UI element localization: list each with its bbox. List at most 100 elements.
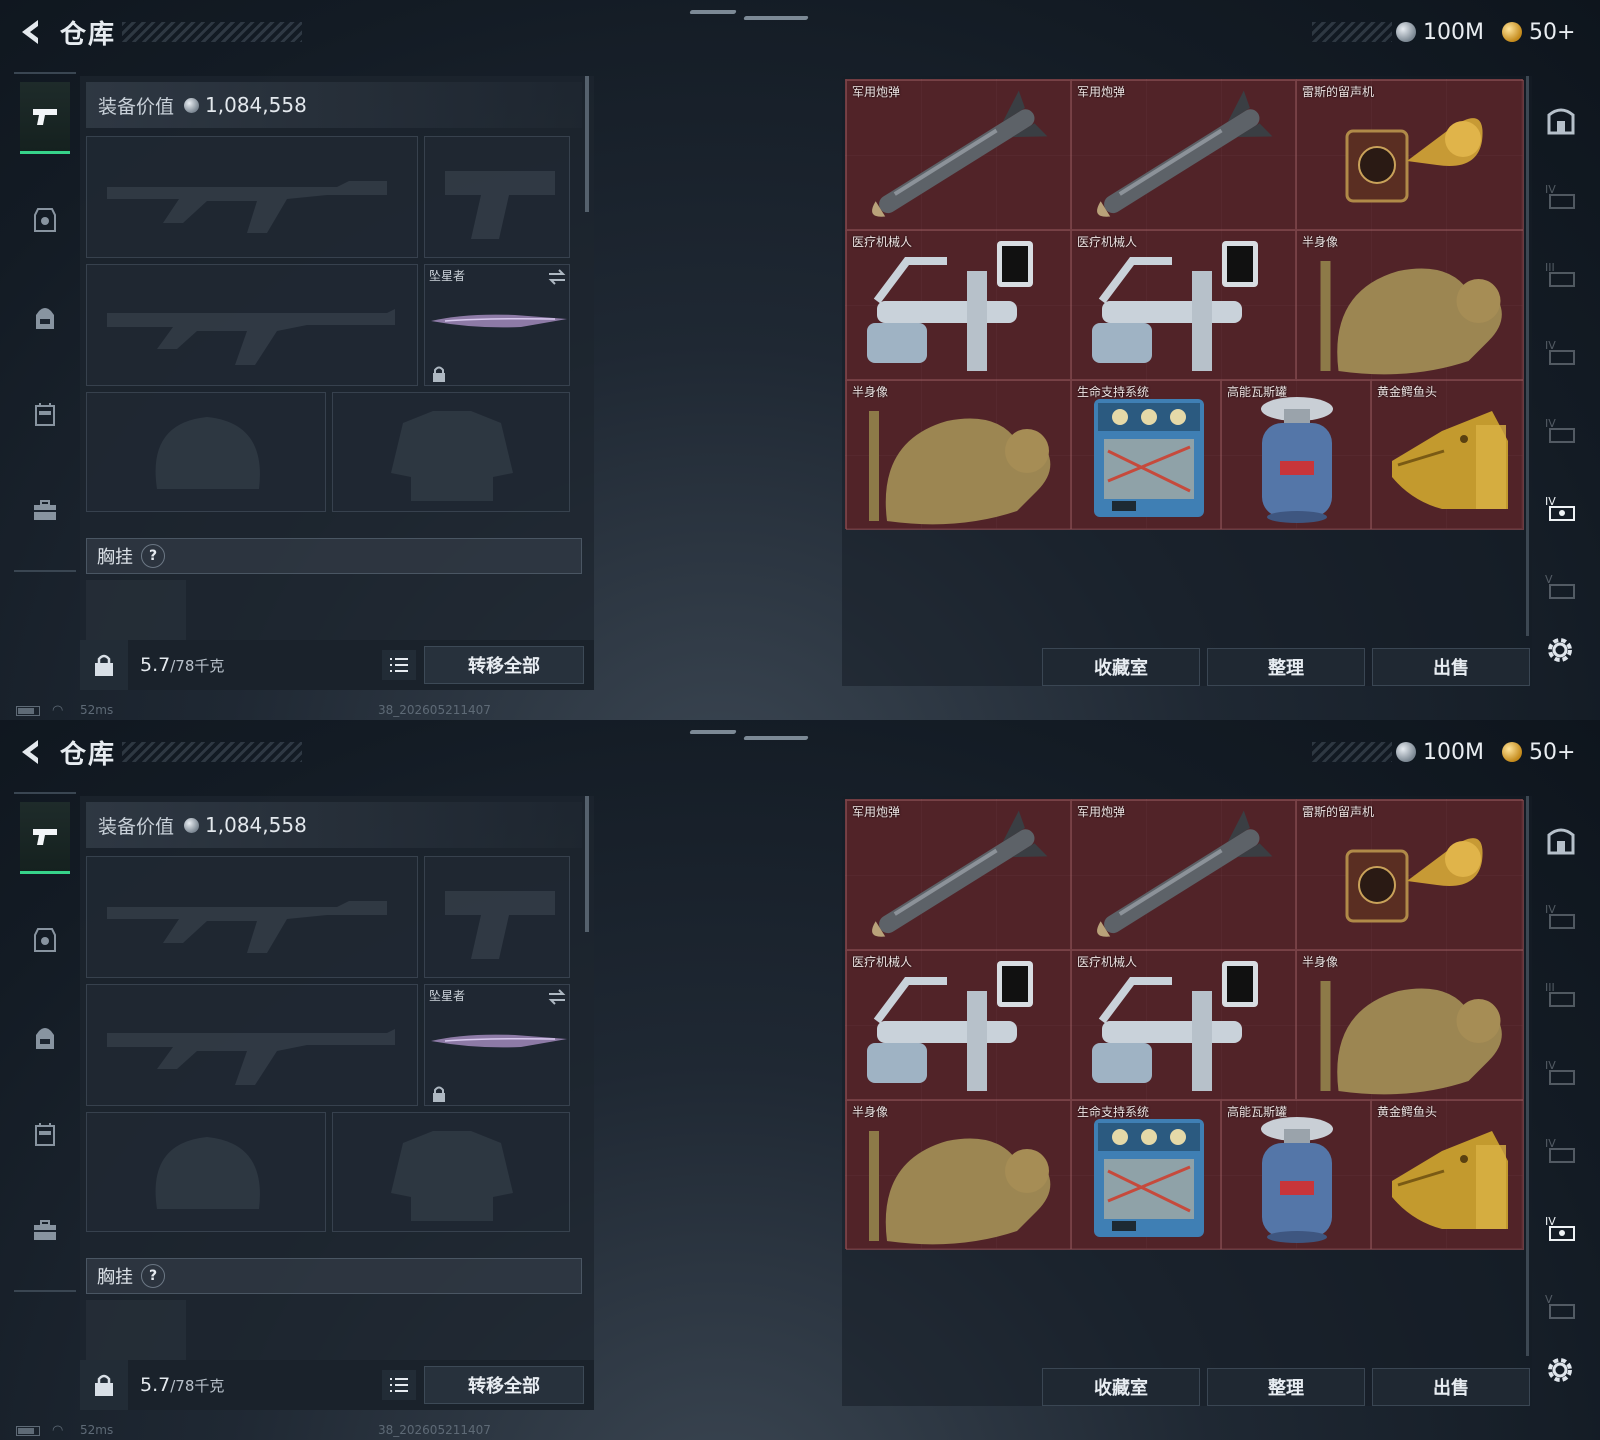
melee-item-name: 坠星者 bbox=[429, 989, 466, 1003]
storage-item[interactable]: 半身像 bbox=[846, 380, 1071, 530]
warehouse-screen: 仓库 100M 50+ 装备价值 1,084,558 坠星者 胸挂 ? 5.7/… bbox=[0, 720, 1600, 1440]
pistol-icon bbox=[33, 108, 57, 125]
tab-storage-iv-c[interactable]: IV bbox=[1538, 400, 1584, 460]
sell-button[interactable]: 出售 bbox=[1372, 648, 1530, 686]
storage-item[interactable]: 高能瓦斯罐 bbox=[1221, 380, 1371, 530]
storage-item[interactable]: 医疗机械人 bbox=[846, 230, 1071, 380]
storage-item[interactable]: 医疗机械人 bbox=[846, 950, 1071, 1100]
transfer-all-button[interactable]: 转移全部 bbox=[424, 646, 584, 684]
storage-scrollbar[interactable] bbox=[1526, 796, 1529, 1356]
storage-item-name: 医疗机械人 bbox=[852, 235, 913, 249]
helmet-slot[interactable] bbox=[86, 392, 326, 512]
secondary-weapon-slot[interactable] bbox=[86, 264, 418, 386]
tab-storage-iii[interactable]: III bbox=[1538, 244, 1584, 304]
tab-storage-iv-active[interactable]: IV bbox=[1538, 1198, 1584, 1258]
help-icon[interactable]: ? bbox=[141, 1264, 165, 1288]
storage-item-name: 军用炮弹 bbox=[1077, 805, 1126, 819]
nav-backpack[interactable] bbox=[20, 1002, 70, 1074]
rifle-silhouette-icon bbox=[107, 181, 387, 233]
storage-item[interactable]: 军用炮弹 bbox=[846, 800, 1071, 950]
silver-currency: 100M bbox=[1396, 18, 1484, 46]
storage-item[interactable]: 生命支持系统 bbox=[1071, 380, 1221, 530]
life-support-system-icon bbox=[1094, 399, 1204, 517]
storage-item[interactable]: 黄金鳄鱼头 bbox=[1371, 1100, 1524, 1250]
storage-item[interactable]: 半身像 bbox=[1296, 230, 1524, 380]
page-title: 仓库 bbox=[60, 740, 117, 770]
nav-weapons[interactable] bbox=[20, 802, 70, 874]
chest-rig-slot[interactable] bbox=[86, 1300, 186, 1364]
sort-button[interactable]: 整理 bbox=[1207, 1368, 1365, 1406]
tab-storage-home[interactable] bbox=[1538, 810, 1584, 870]
loadout-scrollbar[interactable] bbox=[585, 796, 589, 932]
primary-weapon-slot[interactable] bbox=[86, 136, 418, 258]
tab-storage-iv-c[interactable]: IV bbox=[1538, 1120, 1584, 1180]
secondary-weapon-slot[interactable] bbox=[86, 984, 418, 1106]
sell-button[interactable]: 出售 bbox=[1372, 1368, 1530, 1406]
lock-button[interactable] bbox=[80, 640, 128, 690]
nav-armor[interactable] bbox=[20, 184, 70, 256]
nav-backpack[interactable] bbox=[20, 282, 70, 354]
nav-chest-rig[interactable] bbox=[20, 1098, 70, 1170]
swap-icon[interactable] bbox=[547, 269, 567, 285]
storage-level-iv-icon: IV bbox=[1545, 1215, 1575, 1241]
swap-icon[interactable] bbox=[547, 989, 567, 1005]
nav-case[interactable] bbox=[20, 1194, 70, 1266]
tab-storage-iv-b[interactable]: IV bbox=[1538, 1042, 1584, 1102]
melee-slot[interactable]: 坠星者 bbox=[424, 984, 570, 1106]
storage-item[interactable]: 雷斯的留声机 bbox=[1296, 800, 1524, 950]
nav-chest-rig[interactable] bbox=[20, 378, 70, 450]
list-view-button[interactable] bbox=[382, 650, 416, 680]
storage-item[interactable]: 医疗机械人 bbox=[1071, 230, 1296, 380]
tab-storage-iv-b[interactable]: IV bbox=[1538, 322, 1584, 382]
sort-button[interactable]: 整理 bbox=[1207, 648, 1365, 686]
nav-armor[interactable] bbox=[20, 904, 70, 976]
chest-rig-slot[interactable] bbox=[86, 580, 186, 644]
back-arrow-icon[interactable] bbox=[16, 16, 46, 48]
golden-crocodile-head-icon bbox=[1392, 411, 1508, 509]
storage-item[interactable]: 半身像 bbox=[1296, 950, 1524, 1100]
settings-gear-icon[interactable] bbox=[1544, 634, 1576, 666]
melee-slot[interactable]: 坠星者 bbox=[424, 264, 570, 386]
helmet-slot[interactable] bbox=[86, 1112, 326, 1232]
list-view-button[interactable] bbox=[382, 1370, 416, 1400]
help-icon[interactable]: ? bbox=[141, 544, 165, 568]
storage-item[interactable]: 军用炮弹 bbox=[1071, 800, 1296, 950]
bust-statue-icon bbox=[1320, 981, 1502, 1095]
tab-storage-iv-a[interactable]: IV bbox=[1538, 886, 1584, 946]
tab-storage-home[interactable] bbox=[1538, 90, 1584, 150]
collection-room-button[interactable]: 收藏室 bbox=[1042, 648, 1200, 686]
storage-level-v-icon: V bbox=[1545, 573, 1575, 599]
military-shell-icon bbox=[872, 810, 1048, 937]
storage-item[interactable]: 雷斯的留声机 bbox=[1296, 80, 1524, 230]
nav-weapons[interactable] bbox=[20, 82, 70, 154]
tab-storage-iv-a[interactable]: IV bbox=[1538, 166, 1584, 226]
starfall-knife-icon bbox=[431, 1034, 567, 1048]
pistol-slot[interactable] bbox=[424, 856, 570, 978]
loadout-scrollbar[interactable] bbox=[585, 76, 589, 212]
tab-storage-v[interactable]: V bbox=[1538, 1276, 1584, 1336]
lock-icon bbox=[95, 1374, 113, 1396]
storage-item[interactable]: 生命支持系统 bbox=[1071, 1100, 1221, 1250]
body-armor-slot[interactable] bbox=[332, 1112, 570, 1232]
storage-item[interactable]: 军用炮弹 bbox=[846, 80, 1071, 230]
storage-item[interactable]: 军用炮弹 bbox=[1071, 80, 1296, 230]
pistol-slot[interactable] bbox=[424, 136, 570, 258]
storage-scrollbar[interactable] bbox=[1526, 76, 1529, 636]
storage-item[interactable]: 黄金鳄鱼头 bbox=[1371, 380, 1524, 530]
tab-storage-iv-active[interactable]: IV bbox=[1538, 478, 1584, 538]
lock-button[interactable] bbox=[80, 1360, 128, 1410]
ping-readout: 52ms bbox=[80, 703, 114, 717]
primary-weapon-slot[interactable] bbox=[86, 856, 418, 978]
storage-item[interactable]: 医疗机械人 bbox=[1071, 950, 1296, 1100]
collection-room-button[interactable]: 收藏室 bbox=[1042, 1368, 1200, 1406]
tab-storage-v[interactable]: V bbox=[1538, 556, 1584, 616]
storage-item[interactable]: 高能瓦斯罐 bbox=[1221, 1100, 1371, 1250]
tab-storage-iii[interactable]: III bbox=[1538, 964, 1584, 1024]
storage-item[interactable]: 半身像 bbox=[846, 1100, 1071, 1250]
gramophone-icon bbox=[1345, 118, 1483, 203]
settings-gear-icon[interactable] bbox=[1544, 1354, 1576, 1386]
transfer-all-button[interactable]: 转移全部 bbox=[424, 1366, 584, 1404]
nav-case[interactable] bbox=[20, 474, 70, 546]
body-armor-slot[interactable] bbox=[332, 392, 570, 512]
back-arrow-icon[interactable] bbox=[16, 736, 46, 768]
